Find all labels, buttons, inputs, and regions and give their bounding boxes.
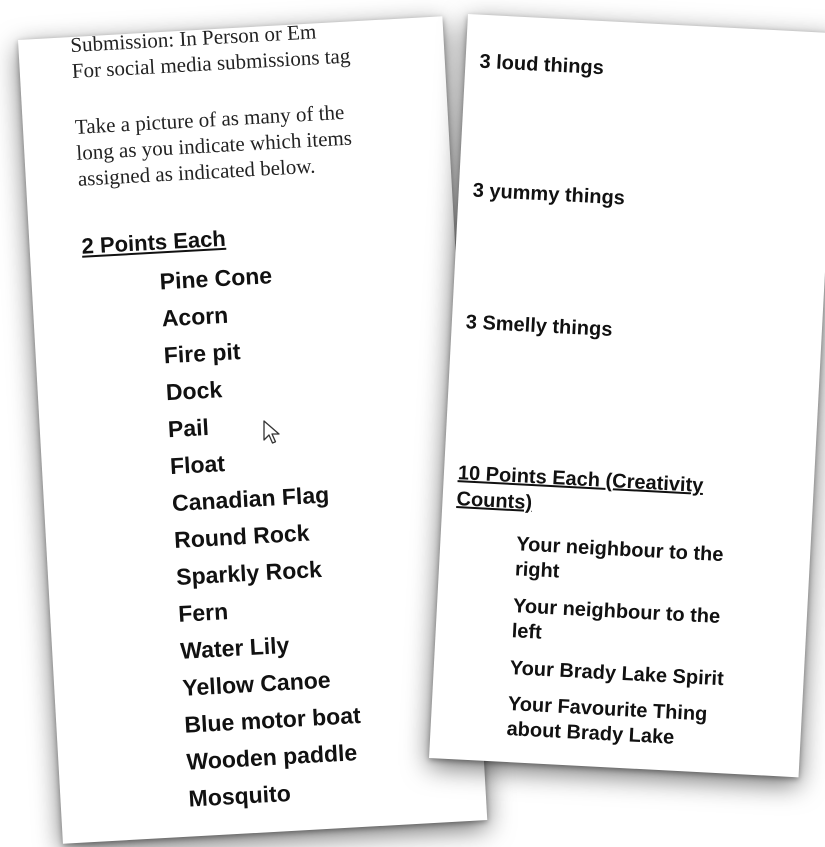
- list-item: Blue motor boat: [183, 701, 362, 738]
- list-item: Yellow Canoe: [181, 666, 332, 701]
- group-loud-things: 3 loud things: [478, 50, 605, 80]
- list-item: Fire pit: [163, 338, 242, 369]
- list-item: Pine Cone: [158, 262, 273, 295]
- creativity-item-cont: left: [511, 620, 543, 644]
- list-item: Float: [169, 450, 226, 480]
- creativity-item: Your Brady Lake Spirit: [509, 657, 725, 691]
- list-item: Dock: [165, 376, 223, 406]
- mouse-pointer-icon: [263, 420, 280, 444]
- list-item: Fern: [177, 598, 229, 627]
- group-smelly-things: 3 Smelly things: [465, 311, 613, 341]
- list-item: Sparkly Rock: [175, 555, 323, 590]
- creativity-item: Your neighbour to the: [512, 595, 721, 629]
- list-item: Pail: [167, 413, 210, 443]
- list-item: Wooden paddle: [185, 739, 358, 775]
- list-item: Mosquito: [187, 779, 292, 812]
- creativity-item-cont: right: [514, 558, 560, 583]
- section-heading-2-points: 2 Points Each: [80, 225, 227, 259]
- list-item: Water Lily: [179, 631, 290, 664]
- list-item: Round Rock: [173, 519, 311, 554]
- list-item: Acorn: [161, 301, 229, 332]
- section-heading-10-points-cont: Counts): [456, 488, 533, 515]
- left-document-page: Submission: In Person or Em For social m…: [18, 16, 488, 844]
- right-document-page: 3 loud things 3 yummy things 3 Smelly th…: [429, 14, 825, 778]
- list-item: Canadian Flag: [171, 481, 330, 517]
- group-yummy-things: 3 yummy things: [472, 179, 626, 210]
